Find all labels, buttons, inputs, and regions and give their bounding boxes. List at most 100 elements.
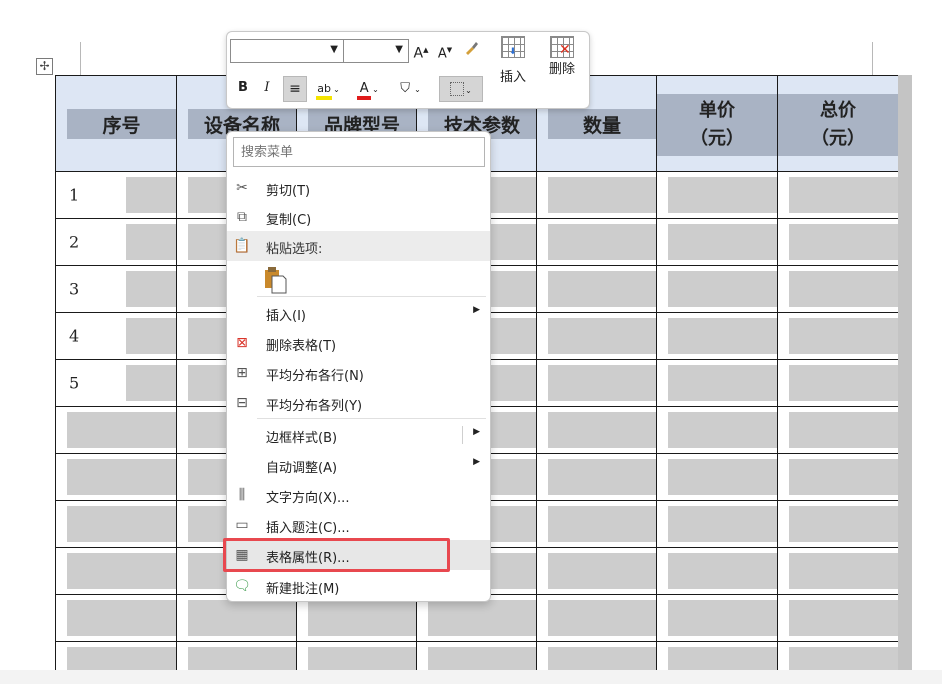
delete-table-icon: ⊠: [236, 335, 248, 351]
highlight-color-icon[interactable]: ab ⌄: [311, 77, 345, 101]
table-cell[interactable]: [777, 453, 899, 501]
align-center-icon[interactable]: ≡: [283, 76, 307, 102]
text-direction-icon: ⫼: [238, 487, 246, 503]
table-cell[interactable]: [777, 547, 899, 595]
table-cell[interactable]: [777, 359, 899, 407]
table-cell[interactable]: [777, 312, 899, 360]
table-cell[interactable]: [536, 218, 657, 266]
italic-button[interactable]: I: [259, 77, 275, 99]
table-cell[interactable]: [55, 453, 177, 501]
table-cell[interactable]: [656, 453, 778, 501]
row-number: 2: [69, 232, 80, 252]
table-cell[interactable]: [777, 406, 899, 454]
cell-shading: [548, 177, 656, 213]
table-cell[interactable]: [536, 547, 657, 595]
borders-icon[interactable]: ⌄: [439, 76, 483, 102]
table-cell[interactable]: [536, 500, 657, 548]
shrink-font-button[interactable]: A▼: [437, 39, 453, 65]
format-painter-icon[interactable]: [461, 39, 483, 64]
cell-shading: [668, 365, 777, 401]
table-cell[interactable]: [777, 500, 899, 548]
header-cell-index[interactable]: 序号: [55, 75, 177, 172]
menu-item-distribute-columns[interactable]: ⊟ 平均分布各列(Y): [227, 388, 490, 418]
table-cell[interactable]: 3: [55, 265, 177, 313]
chevron-down-icon[interactable]: ▼: [330, 44, 338, 55]
grow-font-button[interactable]: A▲: [413, 39, 429, 65]
cell-shading: [789, 365, 898, 401]
status-strip: [0, 670, 942, 684]
table-cell[interactable]: [536, 312, 657, 360]
cell-shading: [789, 506, 898, 542]
cell-shading: [126, 365, 176, 401]
cell-shading: [789, 459, 898, 495]
menu-item-paste-options: 📋 粘贴选项:: [227, 231, 490, 261]
header-cell-total-price[interactable]: 总价 （元）: [777, 75, 899, 172]
menu-item-copy[interactable]: ⧉ 复制(C): [227, 202, 490, 232]
table-cell[interactable]: 5: [55, 359, 177, 407]
menu-item-text-direction[interactable]: ⫼ 文字方向(X)...: [227, 480, 490, 510]
table-cell[interactable]: [656, 500, 778, 548]
table-cell[interactable]: [656, 218, 778, 266]
menu-item-new-comment[interactable]: 🗨 新建批注(M): [227, 571, 490, 601]
table-cell[interactable]: [55, 406, 177, 454]
cell-shading: [188, 600, 296, 636]
table-cell[interactable]: [656, 594, 778, 642]
split-divider: [462, 426, 463, 444]
menu-item-delete-table[interactable]: ⊠ 删除表格(T): [227, 328, 490, 358]
table-cell[interactable]: [55, 500, 177, 548]
menu-item-distribute-rows[interactable]: ⊞ 平均分布各行(N): [227, 358, 490, 388]
chevron-down-icon[interactable]: ▼: [395, 44, 403, 55]
menu-item-insert-caption[interactable]: ▭ 插入题注(C)...: [227, 510, 490, 540]
table-cell[interactable]: [536, 171, 657, 219]
table-cell[interactable]: [656, 547, 778, 595]
table-cell[interactable]: 4: [55, 312, 177, 360]
cell-shading: [67, 553, 176, 589]
menu-item-cut[interactable]: ✂ 剪切(T): [227, 173, 490, 203]
table-cell[interactable]: [536, 594, 657, 642]
bold-button[interactable]: B: [235, 77, 251, 99]
table-cell[interactable]: [777, 171, 899, 219]
table-cell[interactable]: [656, 265, 778, 313]
table-cell[interactable]: [656, 359, 778, 407]
table-cell[interactable]: [536, 406, 657, 454]
table-cell[interactable]: [536, 265, 657, 313]
cell-shading: [548, 506, 656, 542]
insert-table-icon: ⬇: [501, 36, 525, 58]
table-cell[interactable]: [777, 594, 899, 642]
table-cell[interactable]: [55, 547, 177, 595]
cell-shading: [789, 600, 898, 636]
table-cell[interactable]: [777, 265, 899, 313]
menu-item-border-styles[interactable]: 边框样式(B) ▶: [227, 420, 490, 450]
cell-shading: [668, 318, 777, 354]
insert-button[interactable]: ⬇ 插入: [493, 36, 533, 85]
table-cell[interactable]: [656, 406, 778, 454]
table-cell[interactable]: [55, 594, 177, 642]
cell-shading: [428, 600, 536, 636]
font-name-combo[interactable]: ▼: [230, 39, 344, 63]
font-color-icon[interactable]: A ⌄: [351, 77, 385, 101]
menu-item-autofit[interactable]: 自动调整(A) ▶: [227, 450, 490, 480]
table-cell[interactable]: 2: [55, 218, 177, 266]
cell-shading: [548, 224, 656, 260]
cell-shading: [789, 318, 898, 354]
context-menu: ✂ 剪切(T) ⧉ 复制(C) 📋 粘贴选项: 插入(I) ▶ ⊠ 删除表格(T…: [226, 131, 491, 602]
distribute-columns-icon: ⊟: [236, 395, 248, 411]
shading-color-icon[interactable]: ⛉ ⌄: [391, 77, 427, 101]
table-cell[interactable]: [656, 171, 778, 219]
cell-shading: [668, 553, 777, 589]
paste-keep-format-icon[interactable]: [263, 266, 287, 294]
table-cell[interactable]: [777, 218, 899, 266]
cell-shading: [67, 412, 176, 448]
menu-search-input[interactable]: [233, 137, 485, 167]
delete-button[interactable]: ✕ 删除: [542, 36, 582, 77]
menu-item-insert[interactable]: 插入(I) ▶: [227, 298, 490, 328]
header-cell-unit-price[interactable]: 单价 （元）: [656, 75, 778, 172]
table-cell[interactable]: [656, 312, 778, 360]
submenu-arrow-icon[interactable]: ▶: [473, 427, 480, 437]
table-cell[interactable]: [536, 453, 657, 501]
font-size-combo[interactable]: ▼: [343, 39, 409, 63]
caption-icon: ▭: [235, 517, 249, 533]
table-move-handle-icon[interactable]: ✢: [36, 58, 53, 75]
table-cell[interactable]: [536, 359, 657, 407]
table-cell[interactable]: 1: [55, 171, 177, 219]
